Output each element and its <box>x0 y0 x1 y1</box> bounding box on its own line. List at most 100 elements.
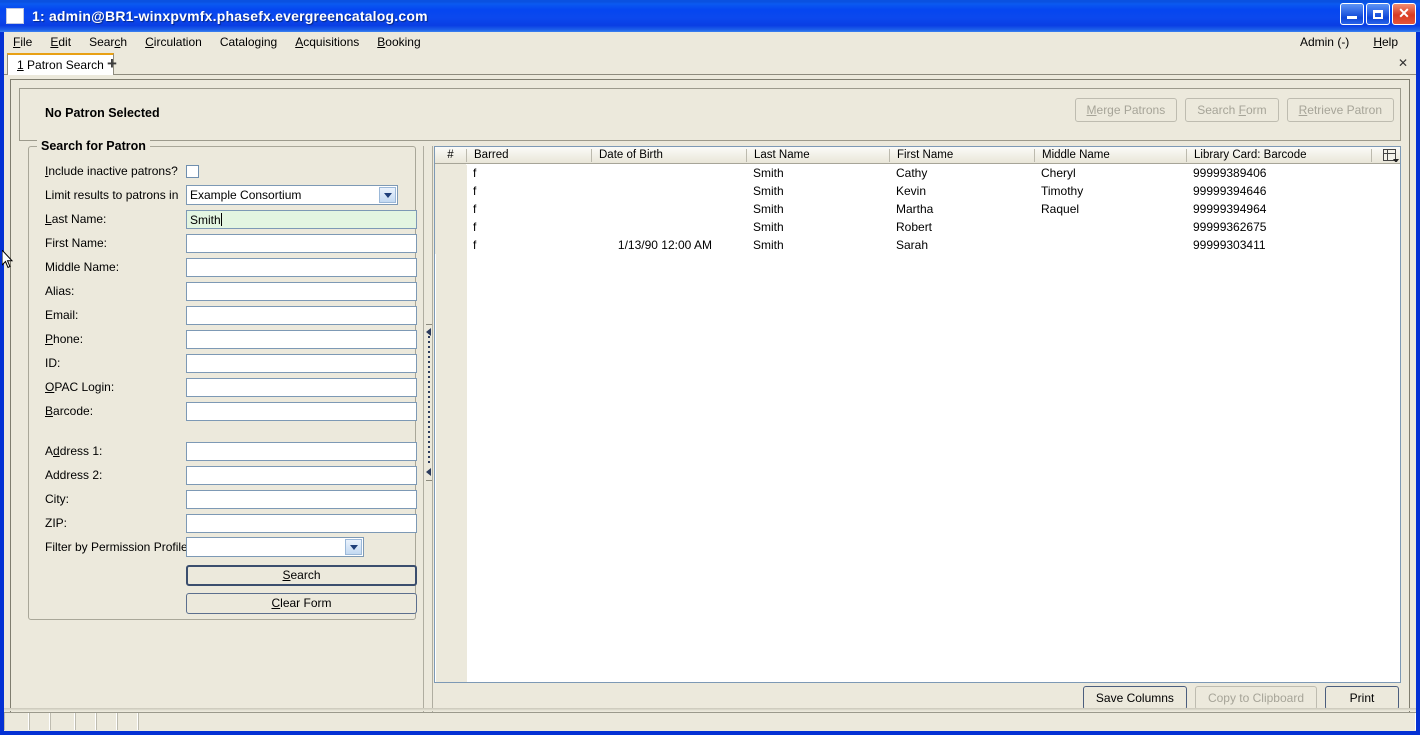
column-header-first-name[interactable]: First Name <box>889 148 1034 162</box>
table-row[interactable]: 4 f Smith Robert 99999362675 <box>435 218 1400 236</box>
tab-strip: 1 Patron Search + ✕ <box>4 52 1416 75</box>
results-table-header: # Barred Date of Birth Last Name First N… <box>435 147 1400 164</box>
address1-input[interactable] <box>186 441 417 461</box>
phone-input[interactable] <box>186 329 417 349</box>
table-row[interactable]: 5 f 1/13/90 12:00 AM Smith Sarah 9999930… <box>435 236 1400 254</box>
search-panel: Search for Patron Include inactive patro… <box>19 139 423 718</box>
cell-first-name: Martha <box>896 202 934 216</box>
splitter-grip[interactable] <box>428 336 430 466</box>
opac-login-label: OPAC Login: <box>45 380 115 394</box>
limit-results-select[interactable]: Example Consortium <box>186 185 398 205</box>
menu-circulation[interactable]: Circulation <box>136 33 211 51</box>
tab-label: Patron Search <box>27 58 104 72</box>
cell-library-card: 99999303411 <box>1193 238 1266 252</box>
splitter-tick-bottom <box>426 480 432 481</box>
menu-help[interactable]: Help <box>1361 33 1410 51</box>
menu-acquisitions[interactable]: Acquisitions <box>286 33 368 51</box>
window-title: 1: admin@BR1-winxpvmfx.phasefx.evergreen… <box>32 8 428 24</box>
alias-input[interactable] <box>186 281 417 301</box>
permission-profile-label: Filter by Permission Profile: <box>45 540 192 554</box>
maximize-button[interactable] <box>1366 3 1390 25</box>
minimize-button[interactable] <box>1340 3 1364 25</box>
copy-to-clipboard-button[interactable]: Copy to Clipboard <box>1194 686 1317 710</box>
new-tab-button[interactable]: + <box>103 54 121 73</box>
first-name-label: First Name: <box>45 236 108 250</box>
column-header-index[interactable]: # <box>435 149 466 162</box>
splitter-collapse-down-icon[interactable] <box>426 468 431 476</box>
field-row-first-name: First Name: <box>29 231 417 255</box>
column-header-library-card[interactable]: Library Card: Barcode <box>1186 148 1371 162</box>
city-input[interactable] <box>186 489 417 509</box>
last-name-input[interactable]: Smith <box>186 209 417 229</box>
column-header-middle-name[interactable]: Middle Name <box>1034 148 1186 162</box>
field-row-middle-name: Middle Name: <box>29 255 417 279</box>
cell-library-card: 99999394964 <box>1193 202 1267 216</box>
column-header-dob[interactable]: Date of Birth <box>591 148 746 162</box>
table-row[interactable]: 2 f Smith Kevin Timothy 99999394646 <box>435 182 1400 200</box>
column-header-barred[interactable]: Barred <box>466 148 591 162</box>
search-form-button[interactable]: Search Form <box>1185 98 1279 122</box>
limit-results-value: Example Consortium <box>190 188 302 202</box>
close-button[interactable]: ✕ <box>1392 3 1416 25</box>
include-inactive-label: Include inactive patrons? <box>45 164 178 178</box>
cell-last-name: Smith <box>753 184 784 198</box>
cell-library-card: 99999389406 <box>1193 166 1267 180</box>
status-cell-4 <box>75 713 96 730</box>
search-button[interactable]: Search <box>186 564 417 586</box>
cell-middle-name: Raquel <box>1041 202 1080 216</box>
cell-library-card: 99999362675 <box>1193 220 1267 234</box>
content-frame: No Patron Selected Merge Patrons Search … <box>10 79 1410 727</box>
first-name-input[interactable] <box>186 233 417 253</box>
search-form: Include inactive patrons? Limit results … <box>29 159 417 615</box>
status-cell-3 <box>50 713 75 730</box>
permission-profile-select[interactable] <box>186 537 364 557</box>
table-row[interactable]: 1 f Smith Cathy Cheryl 99999389406 <box>435 164 1400 182</box>
column-picker-icon <box>1383 149 1399 162</box>
panel-splitter[interactable] <box>423 146 433 718</box>
clear-form-button[interactable]: Clear Form <box>186 592 417 614</box>
address1-label: Address 1: <box>45 444 103 458</box>
results-action-buttons: Save Columns Copy to Clipboard Print <box>1082 686 1399 710</box>
patron-action-buttons: Merge Patrons Search Form Retrieve Patro… <box>1074 98 1394 122</box>
id-input[interactable] <box>186 353 417 373</box>
table-row[interactable]: 3 f Smith Martha Raquel 99999394964 <box>435 200 1400 218</box>
cell-first-name: Cathy <box>896 166 928 180</box>
merge-patrons-button[interactable]: Merge Patrons <box>1074 98 1178 122</box>
column-picker-button[interactable] <box>1371 148 1400 162</box>
menu-file[interactable]: File <box>4 33 41 51</box>
print-button[interactable]: Print <box>1325 686 1399 710</box>
field-row-phone: Phone: <box>29 327 417 351</box>
splitter-collapse-up-icon[interactable] <box>426 328 431 336</box>
opac-login-input[interactable] <box>186 377 417 397</box>
email-label: Email: <box>45 308 79 322</box>
status-bar <box>4 712 1416 731</box>
include-inactive-checkbox[interactable] <box>186 164 199 178</box>
barcode-input[interactable] <box>186 401 417 421</box>
cell-last-name: Smith <box>753 220 784 234</box>
middle-name-input[interactable] <box>186 257 417 277</box>
column-header-last-name[interactable]: Last Name <box>746 148 889 162</box>
tab-number: 1 <box>17 58 24 72</box>
zip-input[interactable] <box>186 513 417 533</box>
cell-dob: 1/13/90 12:00 AM <box>617 238 712 252</box>
menu-admin[interactable]: Admin (-) <box>1288 33 1361 51</box>
menu-booking[interactable]: Booking <box>368 33 429 51</box>
city-label: City: <box>45 492 69 506</box>
retrieve-patron-button[interactable]: Retrieve Patron <box>1286 98 1394 122</box>
patron-summary-bar: No Patron Selected Merge Patrons Search … <box>19 88 1401 141</box>
menu-search[interactable]: Search <box>80 33 136 51</box>
menu-cataloging[interactable]: Cataloging <box>211 33 286 51</box>
email-input[interactable] <box>186 305 417 325</box>
tab-patron-search[interactable]: 1 Patron Search <box>7 53 114 75</box>
menu-edit[interactable]: Edit <box>41 33 80 51</box>
chevron-down-icon <box>345 539 362 555</box>
status-cell-2 <box>29 713 50 730</box>
address2-input[interactable] <box>186 465 417 485</box>
menu-bar: File Edit Search Circulation Cataloging … <box>4 32 1416 52</box>
save-columns-button[interactable]: Save Columns <box>1082 686 1187 710</box>
form-spacer <box>29 423 417 439</box>
close-tab-icon[interactable]: ✕ <box>1398 56 1408 70</box>
cell-last-name: Smith <box>753 166 784 180</box>
cell-barred: f <box>473 238 477 252</box>
field-row-opac-login: OPAC Login: <box>29 375 417 399</box>
